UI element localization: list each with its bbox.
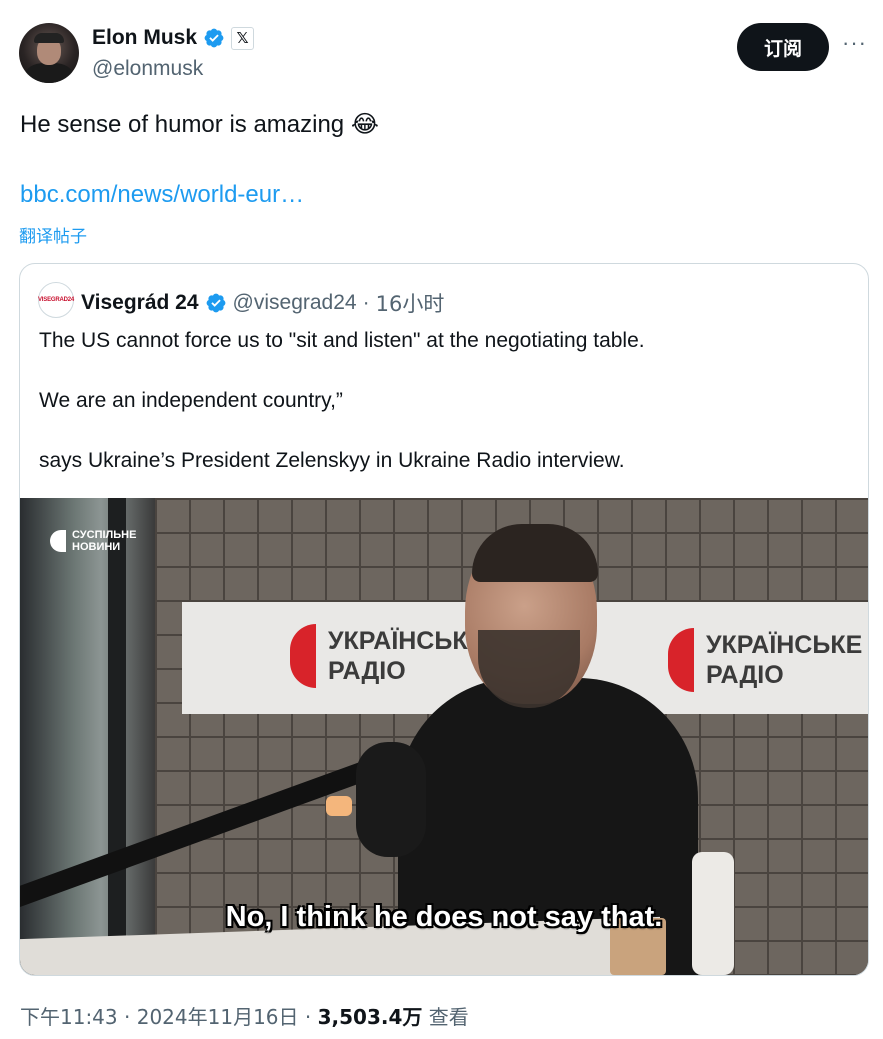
view-count: 3,503.4万 (317, 1005, 423, 1029)
quote-avatar-logo: VISEGRAD24 (38, 297, 75, 303)
quote-video[interactable]: УКРАЇНСЬКЕ РАДІО УКРАЇНСЬКЕ РАДІО СУСПІЛ… (20, 498, 868, 975)
video-subtitle: No, I think he does not say that. (225, 901, 663, 933)
radio-sign-text: УКРАЇНСЬКЕ (328, 627, 485, 655)
broadcaster-logo-text: НОВИНИ (72, 541, 121, 553)
quote-separator: · (362, 291, 370, 314)
author-avatar[interactable] (19, 23, 79, 83)
quoted-tweet-card[interactable]: VISEGRAD24 Visegrád 24 @visegrad24 · 16小… (19, 263, 869, 976)
broadcaster-logo: СУСПІЛЬНЕ НОВИНИ (50, 529, 136, 553)
quote-header: Visegrád 24 @visegrad24 · 16小时 (81, 288, 444, 318)
avatar-cap (34, 33, 64, 43)
tweet-meta: 下午11:43 · 2024年11月16日 · 3,503.4万 查看 (20, 1001, 469, 1030)
tweet-link[interactable]: bbc.com/news/world-eur… (20, 181, 304, 209)
subscribe-button[interactable]: 订阅 (737, 23, 829, 71)
tweet-date[interactable]: 2024年11月16日 (137, 1005, 299, 1029)
quote-timestamp[interactable]: 16小时 (376, 288, 445, 318)
verified-badge-icon (206, 293, 225, 313)
broadcaster-logo-icon (50, 530, 66, 552)
more-options-icon[interactable]: ··· (842, 30, 867, 56)
quote-paragraph: says Ukraine’s President Zelenskyy in Uk… (39, 449, 625, 472)
microphone (356, 742, 426, 857)
quote-author-handle: @visegrad24 (232, 291, 357, 314)
translate-post-link[interactable]: 翻译帖子 (19, 222, 87, 247)
tweet-text: He sense of humor is amazing 😂 (20, 111, 379, 138)
avatar-jacket (25, 63, 73, 83)
quote-paragraph: The US cannot force us to "sit and liste… (39, 329, 645, 352)
radio-sign-left: УКРАЇНСЬКЕ РАДІО (290, 624, 484, 688)
radio-logo-mark (668, 628, 694, 692)
quote-avatar[interactable]: VISEGRAD24 (38, 282, 74, 318)
radio-sign-right: УКРАЇНСЬКЕ РАДІО (668, 628, 862, 692)
view-count-label: 查看 (428, 1005, 469, 1029)
x-affiliation-icon: 𝕏 (231, 26, 255, 50)
microphone-light (326, 796, 352, 816)
author-handle[interactable]: @elonmusk (92, 57, 203, 81)
radio-sign-text: РАДІО (706, 661, 784, 689)
meta-separator: · (304, 1005, 312, 1029)
broadcaster-logo-text: СУСПІЛЬНЕ (72, 529, 137, 541)
quote-author-name[interactable]: Visegrád 24 (81, 291, 199, 315)
meta-separator: · (124, 1005, 131, 1029)
verified-badge-icon (204, 28, 224, 48)
tweet-time[interactable]: 下午11:43 (20, 1005, 118, 1029)
radio-sign-text: РАДІО (328, 657, 406, 685)
radio-logo-mark (290, 624, 316, 688)
quote-text: The US cannot force us to "sit and liste… (39, 326, 645, 506)
radio-sign-text: УКРАЇНСЬКЕ (706, 631, 863, 659)
author-name-row[interactable]: Elon Musk 𝕏 (92, 26, 255, 50)
author-name[interactable]: Elon Musk (92, 26, 197, 50)
quote-paragraph: We are an independent country,” (39, 389, 343, 412)
